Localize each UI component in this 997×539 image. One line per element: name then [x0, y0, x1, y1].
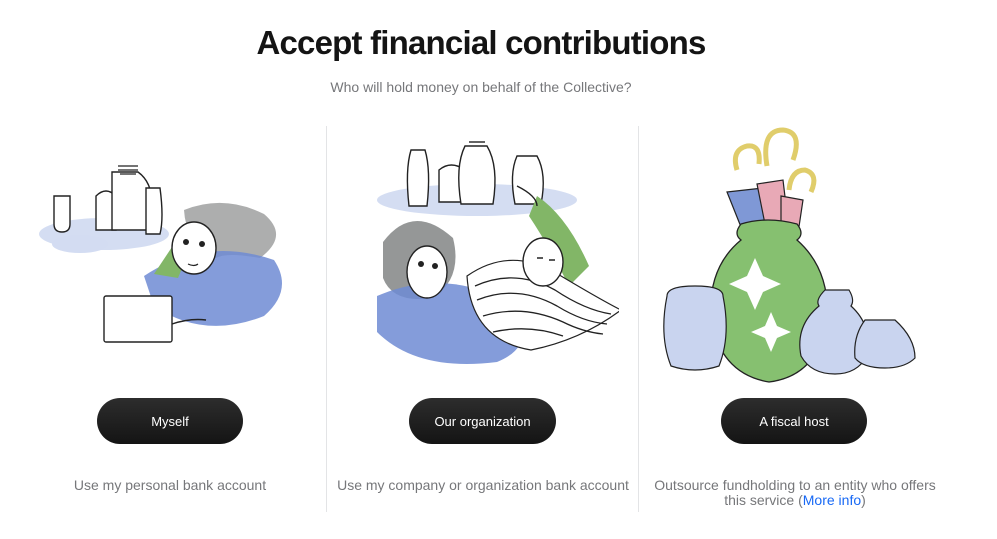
option-myself: Myself Use my personal bank account [14, 126, 326, 512]
myself-description: Use my personal bank account [73, 477, 267, 493]
fiscal-host-description: Outsource fundholding to an entity who o… [649, 478, 941, 508]
fiscal-host-description-text: Outsource fundholding to an entity who o… [654, 477, 936, 508]
our-organization-description: Use my company or organization bank acco… [337, 477, 629, 493]
our-organization-button[interactable]: Our organization [409, 398, 556, 444]
option-our-organization: Our organization Use my company or organ… [326, 126, 639, 512]
two-people-illustration [377, 141, 619, 364]
myself-button[interactable]: Myself [97, 398, 243, 444]
more-info-link[interactable]: More info [803, 492, 861, 508]
vase-with-umbrellas-illustration [663, 127, 916, 383]
page-subtitle: Who will hold money on behalf of the Col… [330, 79, 632, 95]
page-title: Accept financial contributions [256, 24, 706, 61]
option-fiscal-host: A fiscal host Outsource fundholding to a… [638, 126, 951, 512]
person-with-laptop-illustration [39, 165, 282, 343]
fiscal-host-description-end: ) [861, 492, 866, 508]
fiscal-host-button[interactable]: A fiscal host [721, 398, 867, 444]
